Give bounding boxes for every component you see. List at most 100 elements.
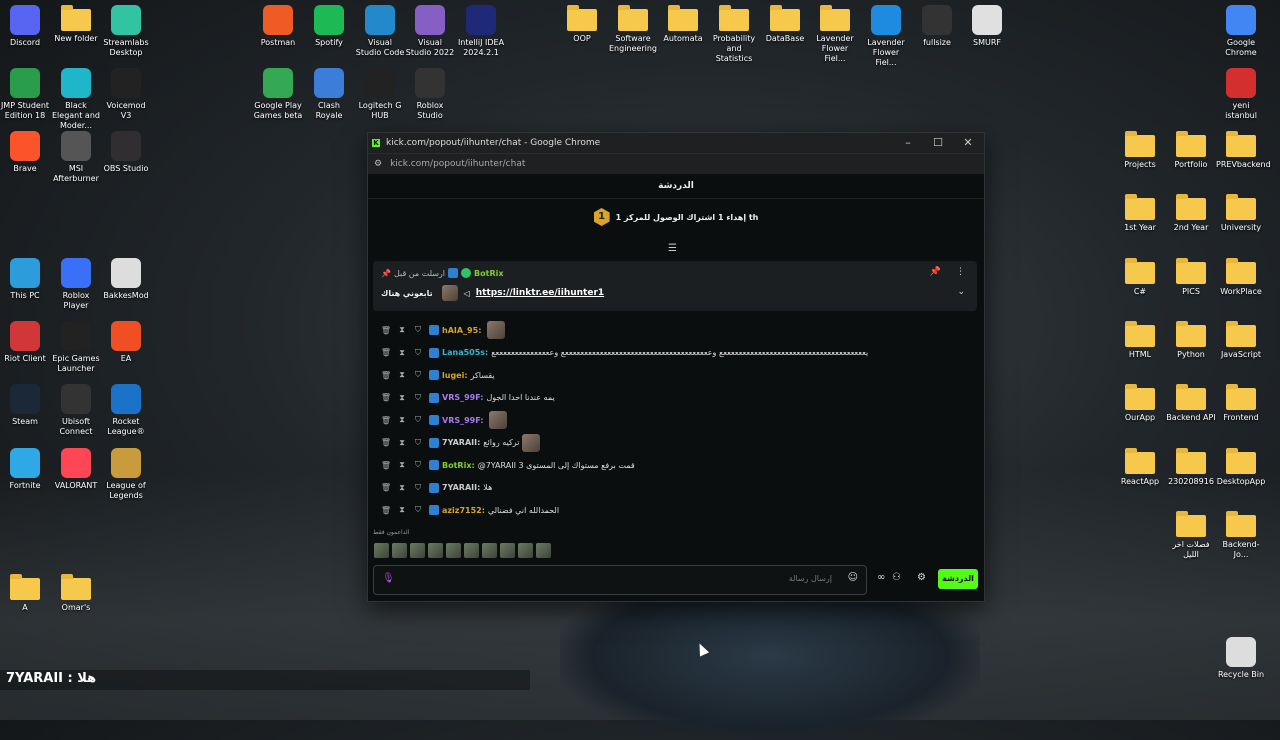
close-button[interactable]: ✕ xyxy=(953,133,983,153)
desktop-icon[interactable]: Software Engineering xyxy=(608,5,658,54)
desktop-icon[interactable]: Visual Studio Code xyxy=(355,5,405,58)
ban-icon[interactable]: ⛉ xyxy=(410,370,426,380)
desktop-icon[interactable]: A xyxy=(0,574,50,613)
desktop-icon[interactable]: Automata xyxy=(658,5,708,44)
ban-icon[interactable]: ⛉ xyxy=(410,483,426,493)
desktop-icon[interactable]: DataBase xyxy=(760,5,810,44)
desktop-icon[interactable]: Spotify xyxy=(304,5,354,48)
supporter-avatar[interactable] xyxy=(536,543,551,558)
more-options-icon[interactable]: ⋮ xyxy=(956,267,965,277)
desktop-icon[interactable]: Streamlabs Desktop xyxy=(101,5,151,58)
delete-icon[interactable]: 🗑 xyxy=(378,326,394,335)
desktop-icon[interactable]: OBS Studio xyxy=(101,131,151,174)
desktop-icon[interactable]: Backend API xyxy=(1166,384,1216,423)
desktop-icon[interactable]: Roblox Player xyxy=(51,258,101,311)
chat-username[interactable]: hAIA_95: xyxy=(442,326,481,335)
chat-message[interactable]: 🗑 ⧗ ⛉ BotRix: @7YARAII قمت برفع مستواك إلى ا… xyxy=(378,454,974,477)
filter-icon[interactable]: ☰ xyxy=(668,243,677,254)
ban-icon[interactable]: ⛉ xyxy=(410,505,426,515)
desktop-icon[interactable]: Voicemod V3 xyxy=(101,68,151,121)
ban-icon[interactable]: ⛉ xyxy=(410,348,426,358)
timeout-icon[interactable]: ⧗ xyxy=(394,325,410,335)
timeout-icon[interactable]: ⧗ xyxy=(394,370,410,380)
chat-username[interactable]: VRS_99F: xyxy=(442,416,483,425)
supporter-avatar[interactable] xyxy=(410,543,425,558)
supporter-avatar[interactable] xyxy=(518,543,533,558)
desktop-icon[interactable]: Omar's xyxy=(51,574,101,613)
desktop-icon[interactable]: Lavender Flower Fiel... xyxy=(861,5,911,68)
delete-icon[interactable]: 🗑 xyxy=(378,506,394,515)
desktop-icon[interactable]: VALORANT xyxy=(51,448,101,491)
timeout-icon[interactable]: ⧗ xyxy=(394,348,410,358)
delete-icon[interactable]: 🗑 xyxy=(378,438,394,447)
chat-message[interactable]: 🗑 ⧗ ⛉ VRS_99F: يمه عندنا احدا الجول xyxy=(378,387,974,410)
chat-username[interactable]: VRS_99F: xyxy=(442,393,483,402)
chat-username[interactable]: 7YARAII: xyxy=(442,438,480,447)
supporter-avatar[interactable] xyxy=(428,543,443,558)
delete-icon[interactable]: 🗑 xyxy=(378,371,394,380)
supporter-avatar[interactable] xyxy=(374,543,389,558)
desktop-icon[interactable]: SMURF xyxy=(962,5,1012,48)
desktop-icon[interactable]: yeni istanbul xyxy=(1216,68,1266,121)
chat-input[interactable]: 🎙 إرسال رسالة ☺ xyxy=(373,565,867,595)
desktop-icon[interactable]: OurApp xyxy=(1115,384,1165,423)
desktop-icon[interactable]: 2nd Year xyxy=(1166,194,1216,233)
desktop-icon[interactable]: Recycle Bin xyxy=(1216,637,1266,680)
chat-message[interactable]: 🗑 ⧗ ⛉ 7YARAII: تركيه روائع xyxy=(378,432,974,455)
ban-icon[interactable]: ⛉ xyxy=(410,438,426,448)
supporter-avatar[interactable] xyxy=(500,543,515,558)
chat-username[interactable]: lugei: xyxy=(442,371,468,380)
desktop-icon[interactable]: Probability and Statistics xyxy=(709,5,759,64)
timeout-icon[interactable]: ⧗ xyxy=(394,415,410,425)
chevron-down-icon[interactable]: ⌄ xyxy=(957,287,965,297)
pinned-author[interactable]: BotRix xyxy=(474,269,503,278)
chat-username[interactable]: BotRix: xyxy=(442,461,475,470)
desktop-icon[interactable]: University xyxy=(1216,194,1266,233)
delete-icon[interactable]: 🗑 xyxy=(378,393,394,402)
desktop-icon[interactable]: Roblox Studio xyxy=(405,68,455,121)
maximize-button[interactable]: ☐ xyxy=(923,133,953,153)
chat-message[interactable]: 🗑 ⧗ ⛉ aziz7152: الحمدالله اني فضنالي xyxy=(378,499,974,522)
desktop-icon[interactable]: Google Chrome xyxy=(1216,5,1266,58)
desktop-icon[interactable]: Fortnite xyxy=(0,448,50,491)
desktop-icon[interactable]: Clash Royale xyxy=(304,68,354,121)
infinity-icon[interactable]: ∞ xyxy=(877,572,885,583)
desktop-icon[interactable]: Logitech G HUB xyxy=(355,68,405,121)
desktop-icon[interactable]: OOP xyxy=(557,5,607,44)
chat-message[interactable]: 🗑 ⧗ ⛉ VRS_99F: xyxy=(378,409,974,432)
chat-message[interactable]: 🗑 ⧗ ⛉ hAIA_95: xyxy=(378,319,974,342)
desktop-icon[interactable]: Portfolio xyxy=(1166,131,1216,170)
desktop-icon[interactable]: MSI Afterburner xyxy=(51,131,101,184)
desktop-icon[interactable]: Discord xyxy=(0,5,50,48)
desktop-icon[interactable]: JavaScript xyxy=(1216,321,1266,360)
pinned-link[interactable]: https://linktr.ee/iihunter1 xyxy=(476,288,604,298)
desktop-icon[interactable]: Python xyxy=(1166,321,1216,360)
desktop-icon[interactable]: Epic Games Launcher xyxy=(51,321,101,374)
chat-username[interactable]: Lana505s: xyxy=(442,348,488,357)
desktop-icon[interactable]: HTML xyxy=(1115,321,1165,360)
supporter-avatar[interactable] xyxy=(392,543,407,558)
chat-message[interactable]: 🗑 ⧗ ⛉ 7YARAII: هلا xyxy=(378,477,974,500)
ban-icon[interactable]: ⛉ xyxy=(410,325,426,335)
site-info-icon[interactable]: ⚙ xyxy=(374,159,382,169)
title-bar[interactable]: K kick.com/popout/iihunter/chat - Google… xyxy=(368,133,984,153)
desktop-icon[interactable]: Rocket League® xyxy=(101,384,151,437)
desktop-icon[interactable]: This PC xyxy=(0,258,50,301)
chat-message[interactable]: 🗑 ⧗ ⛉ lugei: يقساكر xyxy=(378,364,974,387)
desktop-icon[interactable]: C# xyxy=(1115,258,1165,297)
desktop-icon[interactable]: EA xyxy=(101,321,151,364)
desktop-icon[interactable]: Lavender Flower Fiel... xyxy=(810,5,860,64)
desktop-icon[interactable]: فصلات اخر الليل xyxy=(1166,511,1216,560)
delete-icon[interactable]: 🗑 xyxy=(378,416,394,425)
address-bar[interactable]: ⚙ kick.com/popout/iihunter/chat xyxy=(368,153,984,174)
desktop-icon[interactable]: ReactApp xyxy=(1115,448,1165,487)
desktop-icon[interactable]: DesktopApp xyxy=(1216,448,1266,487)
desktop-icon[interactable]: Brave xyxy=(0,131,50,174)
desktop-icon[interactable]: League of Legends xyxy=(101,448,151,501)
desktop-icon[interactable]: BakkesMod xyxy=(101,258,151,301)
unpin-icon[interactable]: 📌 xyxy=(930,267,941,277)
timeout-icon[interactable]: ⧗ xyxy=(394,393,410,403)
ban-icon[interactable]: ⛉ xyxy=(410,415,426,425)
desktop-icon[interactable]: Steam xyxy=(0,384,50,427)
desktop-icon[interactable]: Riot Client xyxy=(0,321,50,364)
